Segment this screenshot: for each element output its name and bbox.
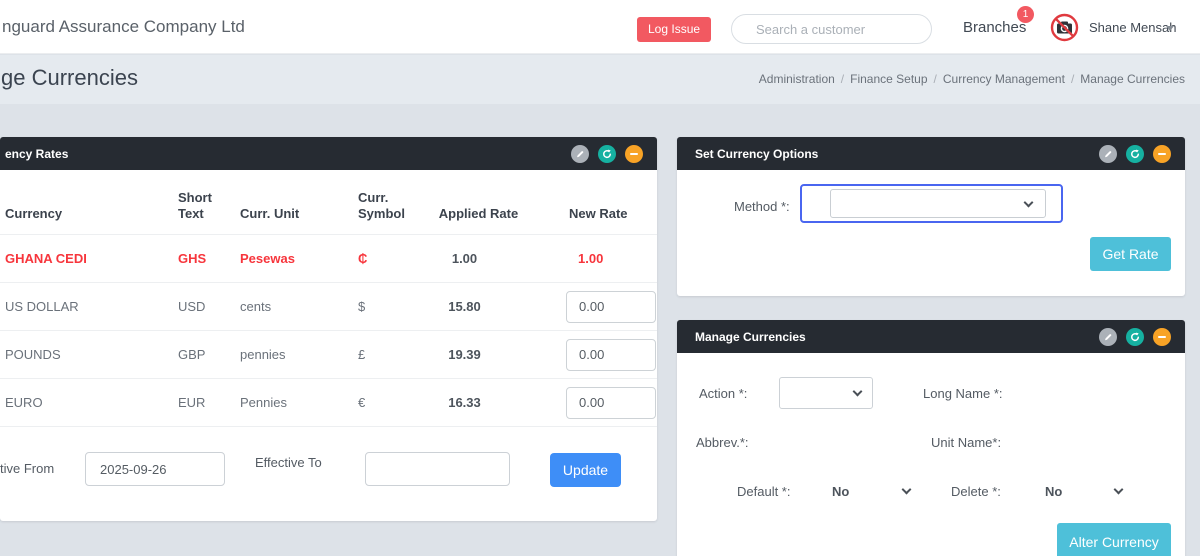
table-row-pounds: POUNDS GBP pennies £ 19.39: [0, 331, 657, 379]
collapse-icon[interactable]: [625, 145, 643, 163]
caret-down-icon: [1166, 26, 1174, 31]
new-rate-input-usd[interactable]: [566, 291, 656, 323]
manage-currencies-header: Manage Currencies: [677, 320, 1185, 353]
set-currency-options-title: Set Currency Options: [677, 147, 818, 161]
collapse-icon[interactable]: [1153, 145, 1171, 163]
breadcrumb-currency-management[interactable]: Currency Management: [943, 72, 1065, 86]
collapse-icon[interactable]: [1153, 328, 1171, 346]
new-rate-input-gbp[interactable]: [566, 339, 656, 371]
alter-currency-button[interactable]: Alter Currency: [1057, 523, 1171, 556]
nav-branches[interactable]: Branches: [963, 19, 1026, 36]
manage-currencies-title: Manage Currencies: [677, 330, 806, 344]
manage-currencies-panel: Manage Currencies Action *: Long Name *:…: [677, 320, 1185, 556]
table-row-ghana-cedi: GHANA CEDI GHS Pesewas ₵ 1.00 1.00: [0, 235, 657, 283]
customer-search: [731, 14, 932, 44]
refresh-icon[interactable]: [598, 145, 616, 163]
log-issue-button[interactable]: Log Issue: [637, 17, 711, 42]
default-label: Default *:: [737, 484, 790, 499]
table-row-euro: EURO EUR Pennies € 16.33: [0, 379, 657, 427]
no-photo-camera-icon[interactable]: [1050, 13, 1079, 42]
delete-select[interactable]: No: [1045, 484, 1062, 499]
refresh-icon[interactable]: [1126, 145, 1144, 163]
default-select[interactable]: No: [832, 484, 849, 499]
page-header: ge Currencies Administration/Finance Set…: [0, 55, 1200, 104]
new-rate-input-eur[interactable]: [566, 387, 656, 419]
effective-to-input[interactable]: [365, 452, 510, 486]
currency-rates-table: Currency Short Text Curr. Unit Curr. Sym…: [0, 170, 657, 427]
column-header-curr-symbol: Curr. Symbol: [358, 190, 429, 222]
user-menu[interactable]: Shane Mensah: [1089, 20, 1176, 35]
breadcrumb-administration[interactable]: Administration: [759, 72, 835, 86]
method-select[interactable]: [830, 189, 1046, 218]
action-label: Action *:: [699, 386, 747, 401]
table-row-us-dollar: US DOLLAR USD cents $ 15.80: [0, 283, 657, 331]
edit-icon[interactable]: [1099, 145, 1117, 163]
company-name: nguard Assurance Company Ltd: [2, 17, 245, 37]
page-title: ge Currencies: [1, 65, 138, 91]
currency-rates-panel: ency Rates Currency Short Text Curr. Uni…: [0, 137, 657, 521]
get-rate-button[interactable]: Get Rate: [1090, 237, 1171, 271]
action-select[interactable]: [779, 377, 873, 409]
method-select-focus-ring: [800, 184, 1063, 223]
effective-to-label: Effective To: [255, 455, 322, 470]
effective-from-label: tive From: [0, 461, 54, 476]
method-label: Method *:: [734, 199, 790, 214]
long-name-label: Long Name *:: [923, 386, 1003, 401]
update-button[interactable]: Update: [550, 453, 621, 487]
column-header-applied-rate: Applied Rate: [429, 206, 548, 222]
chevron-down-icon[interactable]: [1114, 485, 1124, 495]
column-header-currency: Currency: [0, 206, 178, 222]
edit-icon[interactable]: [571, 145, 589, 163]
top-bar: nguard Assurance Company Ltd Log Issue B…: [0, 0, 1200, 54]
currency-rates-panel-title: ency Rates: [0, 147, 68, 161]
set-currency-options-header: Set Currency Options: [677, 137, 1185, 170]
refresh-icon[interactable]: [1126, 328, 1144, 346]
breadcrumb: Administration/Finance Setup/Currency Ma…: [759, 72, 1185, 86]
delete-label: Delete *:: [951, 484, 1001, 499]
effective-from-input[interactable]: [85, 452, 225, 486]
chevron-down-icon: [1024, 198, 1034, 208]
column-header-new-rate: New Rate: [548, 206, 657, 222]
column-header-short-text: Short Text: [178, 190, 240, 222]
chevron-down-icon[interactable]: [902, 485, 912, 495]
table-header-row: Currency Short Text Curr. Unit Curr. Sym…: [0, 170, 657, 235]
breadcrumb-finance-setup[interactable]: Finance Setup: [850, 72, 927, 86]
edit-icon[interactable]: [1099, 328, 1117, 346]
breadcrumb-manage-currencies: Manage Currencies: [1080, 72, 1185, 86]
manage-currencies-page: nguard Assurance Company Ltd Log Issue B…: [0, 0, 1200, 556]
unit-name-label: Unit Name*:: [931, 435, 1001, 450]
currency-rates-panel-header: ency Rates: [0, 137, 657, 170]
search-input[interactable]: [756, 16, 921, 42]
branches-badge: 1: [1017, 6, 1034, 23]
chevron-down-icon: [853, 387, 863, 397]
column-header-curr-unit: Curr. Unit: [240, 206, 358, 222]
abbrev-label: Abbrev.*:: [696, 435, 749, 450]
set-currency-options-panel: Set Currency Options Method *: Get Rate: [677, 137, 1185, 296]
